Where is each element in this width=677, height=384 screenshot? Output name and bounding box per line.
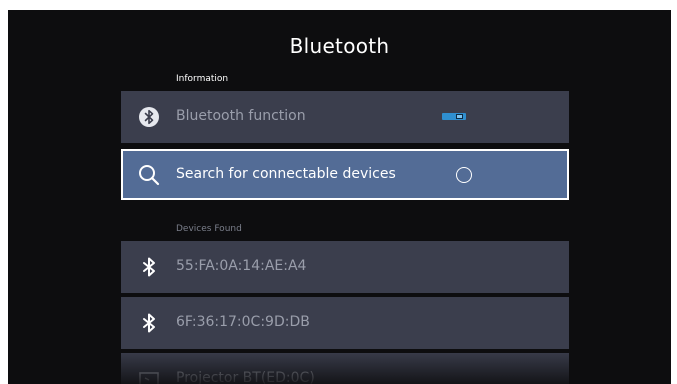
device-name: 55:FA:0A:14:AE:A4 [176,258,307,274]
bluetooth-toggle[interactable] [442,113,466,120]
search-icon [137,163,161,187]
toggle-knob [456,114,463,119]
bluetooth-circle-icon [137,105,161,129]
projector-icon [137,367,161,384]
device-name: Projector BT(ED:0C) [176,370,315,384]
device-name: 6F:36:17:0C:9D:DB [176,314,310,330]
page-title: Bluetooth [289,34,390,58]
device-row[interactable]: Projector BT(ED:0C) [121,353,569,384]
section-label-information: Information [176,74,229,84]
section-label-devices-found: Devices Found [176,224,242,234]
tv-screen: Bluetooth Information Bluetooth function… [8,10,671,384]
bluetooth-function-row[interactable]: Bluetooth function [121,91,569,143]
bluetooth-icon [137,311,161,335]
search-devices-label: Search for connectable devices [176,166,396,182]
bluetooth-icon [137,255,161,279]
device-row[interactable]: 55:FA:0A:14:AE:A4 [121,241,569,293]
bluetooth-function-label: Bluetooth function [176,108,306,124]
device-row[interactable]: 6F:36:17:0C:9D:DB [121,297,569,349]
search-radio[interactable] [456,167,472,183]
search-devices-row[interactable]: Search for connectable devices [121,149,569,200]
